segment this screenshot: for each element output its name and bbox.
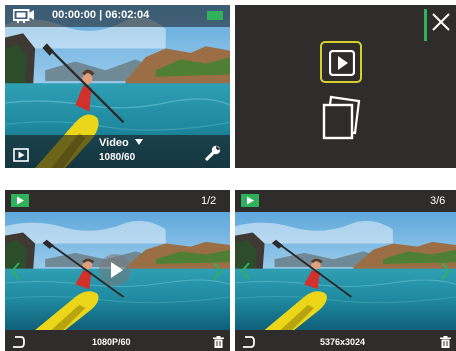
play-badge-icon: [11, 194, 29, 207]
resolution-label: 1080/60: [99, 152, 136, 163]
photo-thumbnail: [235, 212, 456, 330]
photo-info: 5376x3024: [320, 337, 366, 347]
battery-icon: [207, 11, 223, 20]
play-badge-icon: [241, 194, 259, 207]
play-overlay-icon[interactable]: [99, 254, 131, 286]
play-video-button[interactable]: [320, 41, 362, 83]
back-icon[interactable]: [11, 336, 25, 348]
page-counter: 1/2: [201, 195, 217, 207]
mode-selector[interactable]: Video: [99, 137, 143, 149]
next-chevron-icon[interactable]: [441, 262, 451, 280]
trash-icon[interactable]: [440, 336, 451, 348]
video-playback-screen: 1/2 1080P/60: [5, 190, 230, 351]
video-screen: 00:00:00 | 06:02:04 Video 1080/60: [5, 5, 230, 168]
settings-wrench-icon[interactable]: [204, 144, 222, 162]
menu-divider: [424, 9, 427, 41]
record-timer: 00:00:00 | 06:02:04: [52, 9, 150, 21]
close-icon[interactable]: [431, 12, 451, 32]
photo-album-icon[interactable]: [321, 95, 361, 141]
page-counter: 3/6: [430, 195, 446, 207]
video-camera-icon: [13, 9, 34, 23]
video-info: 1080P/60: [92, 337, 131, 347]
back-icon[interactable]: [241, 336, 255, 348]
play-video-icon: [329, 50, 355, 76]
photo-playback-screen: 3/6 5376x3024: [235, 190, 456, 351]
prev-chevron-icon[interactable]: [240, 262, 250, 280]
playback-menu-screen: [235, 5, 456, 168]
prev-chevron-icon[interactable]: [10, 262, 20, 280]
photo-scene: [235, 212, 456, 330]
mode-label: Video: [99, 137, 129, 149]
caret-down-icon: [134, 139, 143, 145]
next-chevron-icon[interactable]: [213, 262, 223, 280]
trash-icon[interactable]: [213, 336, 224, 348]
playback-icon[interactable]: [13, 148, 29, 162]
